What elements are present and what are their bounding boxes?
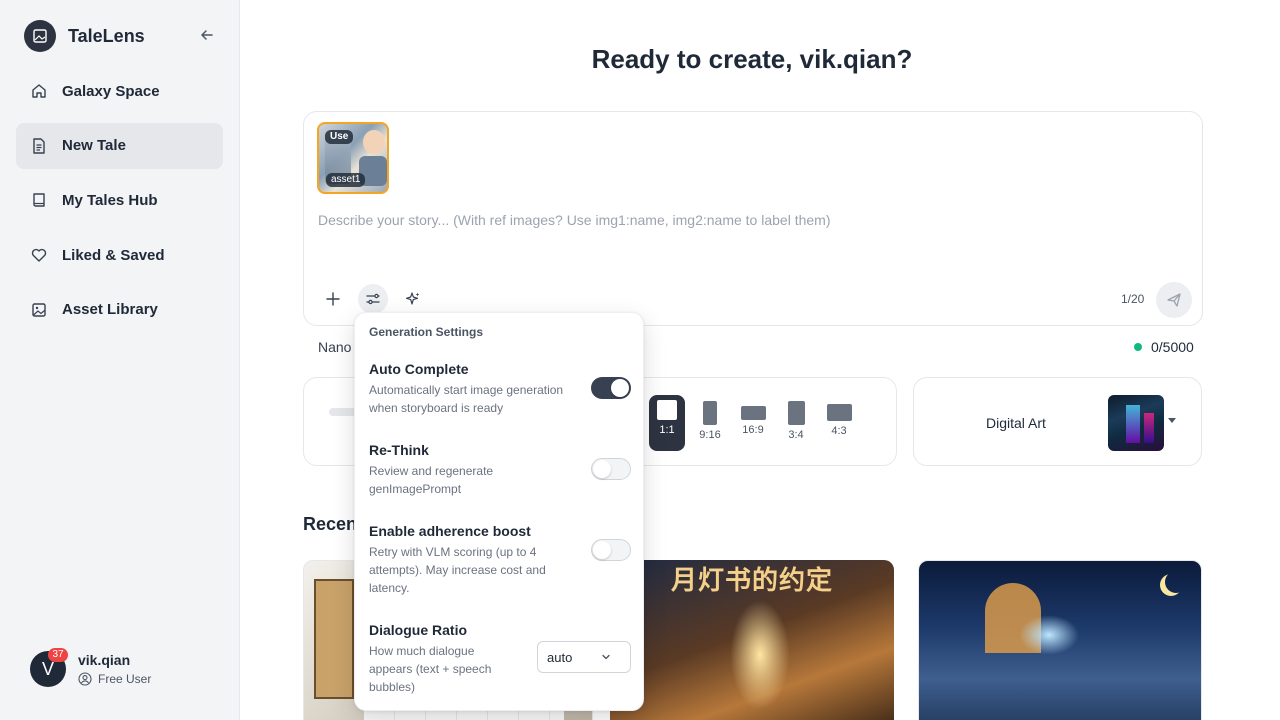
aspect-ratio-selector: 1:1 9:16 16:9 3:4 4:3 xyxy=(649,395,864,451)
ratio-option-3-4[interactable]: 3:4 xyxy=(778,395,814,441)
ratio-option-9-16[interactable]: 9:16 xyxy=(692,395,728,441)
model-selector[interactable]: Nano xyxy=(318,339,351,355)
art-style-name: Digital Art xyxy=(986,415,1046,431)
ratio-square-icon xyxy=(657,400,677,420)
sidebar-item-label: Asset Library xyxy=(62,301,158,319)
home-icon xyxy=(30,82,48,100)
sidebar-item-label: My Tales Hub xyxy=(62,191,158,209)
image-counter: 1/20 xyxy=(1121,292,1145,306)
credit-quota: 0/5000 xyxy=(1134,339,1194,355)
notification-badge: 37 xyxy=(48,648,68,662)
sliders-icon xyxy=(366,293,380,305)
document-icon xyxy=(30,137,48,155)
use-tag: Use xyxy=(325,130,354,144)
sidebar-item-label: Liked & Saved xyxy=(62,246,165,264)
setting-auto-complete: Auto Complete Automatically start image … xyxy=(369,361,631,417)
recent-tale-card[interactable]: 月灯书的约定 xyxy=(610,560,894,720)
book-icon xyxy=(30,191,48,209)
sidebar-item-galaxy-space[interactable]: Galaxy Space xyxy=(16,68,223,114)
popover-title: Generation Settings xyxy=(369,325,484,339)
user-plan: Free User xyxy=(98,672,152,686)
logo-icon xyxy=(24,20,56,52)
setting-title: Auto Complete xyxy=(369,361,469,377)
reference-image-thumbnail[interactable]: Use asset1 xyxy=(317,122,389,194)
sidebar: TaleLens Galaxy Space New Tale My Tales … xyxy=(0,0,240,720)
ratio-portrait-icon xyxy=(787,401,805,425)
setting-title: Re-Think xyxy=(369,442,429,458)
ratio-landscape-icon xyxy=(826,404,852,421)
ratio-label: 9:16 xyxy=(699,429,721,441)
ratio-portrait-icon xyxy=(703,401,717,425)
recent-tale-title: 月灯书的约定 xyxy=(670,565,833,595)
chevron-down-icon xyxy=(602,654,610,660)
sidebar-item-label: New Tale xyxy=(62,137,126,155)
brand[interactable]: TaleLens xyxy=(24,20,145,52)
ratio-option-4-3[interactable]: 4:3 xyxy=(821,395,857,437)
ratio-option-16-9[interactable]: 16:9 xyxy=(735,395,771,436)
auto-complete-toggle[interactable] xyxy=(591,377,631,399)
app-name: TaleLens xyxy=(68,25,145,46)
magic-enhance-button[interactable] xyxy=(398,284,428,314)
art-style-card[interactable]: Digital Art xyxy=(913,377,1202,466)
ratio-label: 4:3 xyxy=(831,425,847,437)
ratio-label: 16:9 xyxy=(742,424,764,436)
sidebar-item-new-tale[interactable]: New Tale xyxy=(16,122,223,169)
setting-title: Dialogue Ratio xyxy=(369,622,468,638)
sparkles-icon xyxy=(405,292,420,305)
quota-value: 0/5000 xyxy=(1151,339,1194,355)
arrow-left-icon xyxy=(201,30,213,40)
user-circle-icon xyxy=(78,672,92,686)
dialogue-ratio-value: auto xyxy=(547,649,573,665)
add-button[interactable] xyxy=(318,284,348,314)
sidebar-item-label: Galaxy Space xyxy=(62,82,160,100)
setting-description: Review and regenerate genImagePrompt xyxy=(369,464,494,496)
user-profile[interactable]: V 37 vik.qian Free User xyxy=(30,648,152,687)
sidebar-item-liked-saved[interactable]: Liked & Saved xyxy=(16,232,223,278)
setting-description: Retry with VLM scoring (up to 4 attempts… xyxy=(369,545,546,595)
story-input[interactable] xyxy=(318,212,1178,228)
collapse-sidebar-button[interactable] xyxy=(196,24,218,46)
recent-section-title: Recen xyxy=(303,514,358,534)
sidebar-item-asset-library[interactable]: Asset Library xyxy=(16,287,223,333)
setting-description: How much dialogue appears (text + speech… xyxy=(369,644,492,694)
rethink-toggle[interactable] xyxy=(591,458,631,480)
ratio-label: 1:1 xyxy=(659,424,675,436)
art-style-thumbnail xyxy=(1108,395,1164,451)
generation-settings-popover: Generation Settings Auto Complete Automa… xyxy=(354,312,644,711)
dialogue-ratio-select[interactable]: auto xyxy=(537,641,631,673)
asset-label: asset1 xyxy=(326,173,366,187)
setting-rethink: Re-Think Review and regenerate genImageP… xyxy=(369,442,631,498)
status-dot xyxy=(1134,343,1142,351)
sidebar-item-my-tales-hub[interactable]: My Tales Hub xyxy=(16,177,223,223)
recent-tale-card[interactable] xyxy=(918,560,1202,720)
setting-title: Enable adherence boost xyxy=(369,523,531,539)
avatar: V 37 xyxy=(30,648,68,687)
setting-dialogue-ratio: Dialogue Ratio How much dialogue appears… xyxy=(369,622,631,696)
plus-icon xyxy=(326,292,340,306)
sidebar-nav: Galaxy Space New Tale My Tales Hub Liked… xyxy=(16,68,223,341)
generation-settings-button[interactable] xyxy=(358,284,388,314)
ratio-option-1-1[interactable]: 1:1 xyxy=(649,395,685,451)
send-button[interactable] xyxy=(1156,282,1192,318)
setting-adherence-boost: Enable adherence boost Retry with VLM sc… xyxy=(369,523,631,597)
send-icon xyxy=(1167,293,1181,307)
user-name: vik.qian xyxy=(78,652,131,668)
ratio-landscape-icon xyxy=(740,406,766,420)
caret-down-icon[interactable] xyxy=(1168,418,1176,423)
adherence-boost-toggle[interactable] xyxy=(591,539,631,561)
story-composer: Use asset1 1/20 xyxy=(303,111,1203,326)
image-icon xyxy=(30,301,48,319)
page-title: Ready to create, vik.qian? xyxy=(591,44,913,74)
setting-description: Automatically start image generation whe… xyxy=(369,383,564,415)
heart-icon xyxy=(30,246,48,264)
ratio-label: 3:4 xyxy=(788,429,804,441)
